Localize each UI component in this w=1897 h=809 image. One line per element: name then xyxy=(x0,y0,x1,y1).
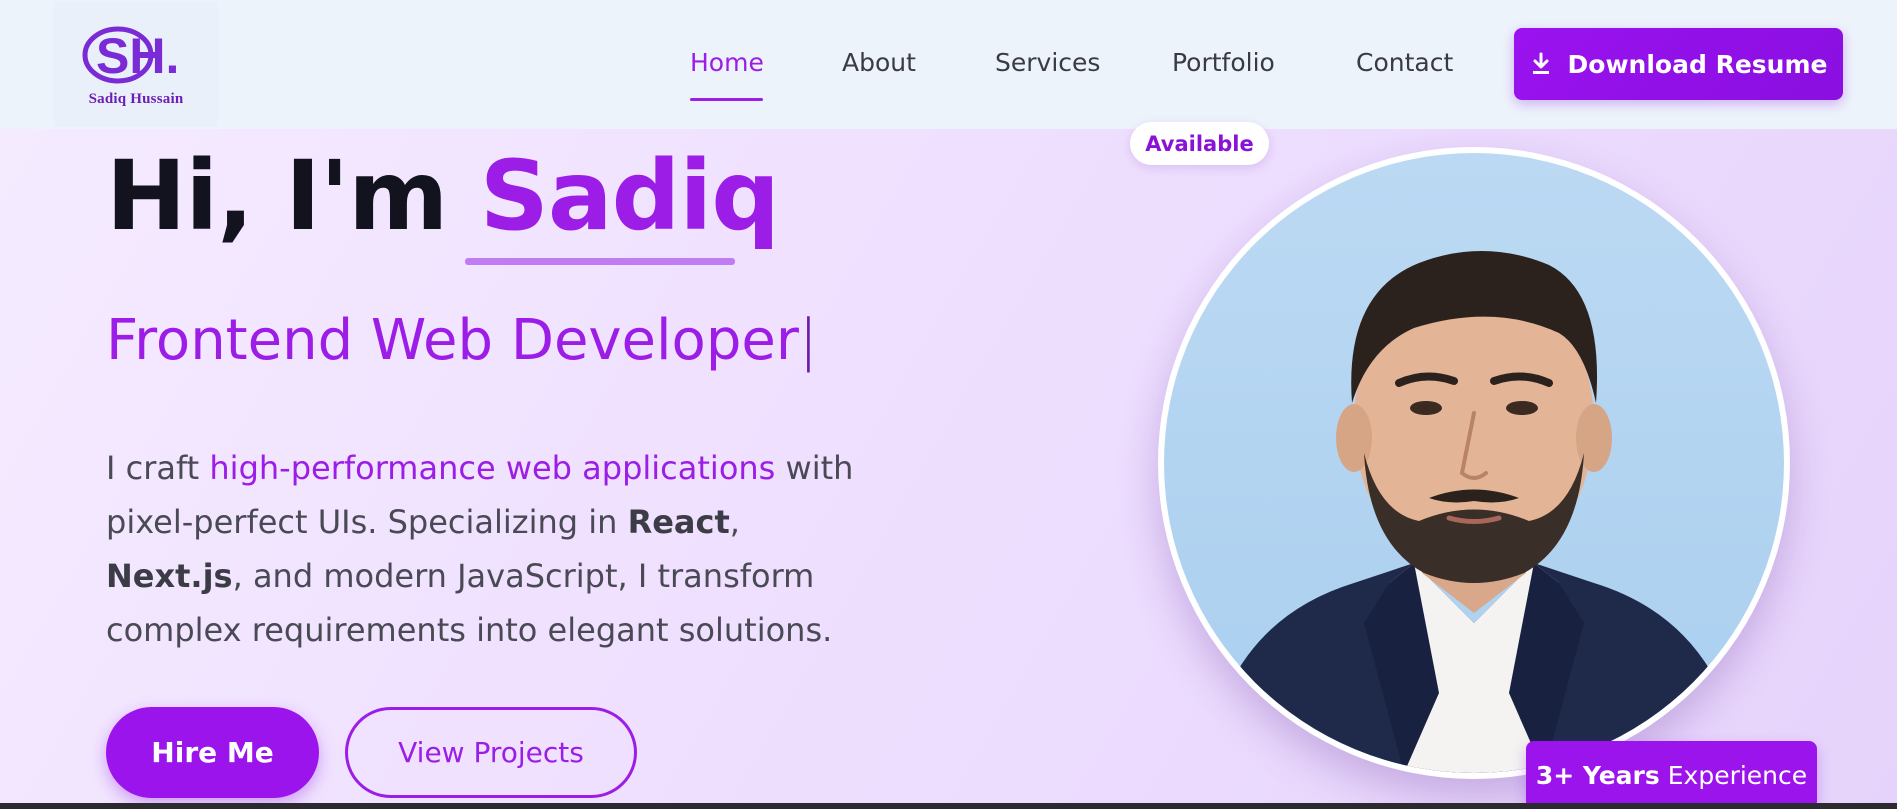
desc-text-3: , xyxy=(729,503,740,541)
desc-highlight: high-performance web applications xyxy=(209,449,776,487)
typing-caret: | xyxy=(798,308,818,373)
experience-years: 3+ Years xyxy=(1535,760,1660,790)
nav-services[interactable]: Services xyxy=(995,48,1100,77)
hero-title: Hi, I'm Sadiq xyxy=(106,140,780,252)
nav-portfolio[interactable]: Portfolio xyxy=(1172,48,1275,77)
download-resume-button[interactable]: Download Resume xyxy=(1514,28,1843,100)
hero-role-text: Frontend Web Developer xyxy=(106,308,799,373)
download-resume-label: Download Resume xyxy=(1567,49,1828,79)
profile-photo xyxy=(1164,153,1784,773)
nav-active-indicator xyxy=(690,98,763,101)
logo-mark-text: SH. xyxy=(96,28,179,84)
site-header: SH. Sadiq Hussain Home About Services Po… xyxy=(0,0,1897,129)
profile-photo-frame xyxy=(1158,147,1790,779)
logo-mark: SH. xyxy=(76,21,196,89)
hero-role: Frontend Web Developer| xyxy=(106,308,818,373)
hero-name: Sadiq xyxy=(479,140,780,252)
hero-greeting: Hi, I'm xyxy=(106,140,480,252)
desc-tech-react: React xyxy=(627,503,730,541)
desc-tech-nextjs: Next.js xyxy=(106,557,233,595)
experience-label: Experience xyxy=(1667,760,1808,790)
nav-home[interactable]: Home xyxy=(690,48,764,77)
hire-me-button[interactable]: Hire Me xyxy=(106,707,319,798)
experience-badge: 3+ Years Experience xyxy=(1526,741,1817,809)
logo-name: Sadiq Hussain xyxy=(88,91,184,107)
nav-contact[interactable]: Contact xyxy=(1356,48,1453,77)
available-badge: Available xyxy=(1130,122,1269,165)
logo[interactable]: SH. Sadiq Hussain xyxy=(54,2,218,127)
hero-description: I craft high-performance web application… xyxy=(106,441,866,657)
view-projects-button[interactable]: View Projects xyxy=(345,707,637,798)
name-underline xyxy=(465,258,735,265)
bottom-edge xyxy=(0,803,1897,809)
nav-about[interactable]: About xyxy=(842,48,916,77)
desc-text-1: I craft xyxy=(106,449,210,487)
download-icon xyxy=(1530,52,1552,76)
